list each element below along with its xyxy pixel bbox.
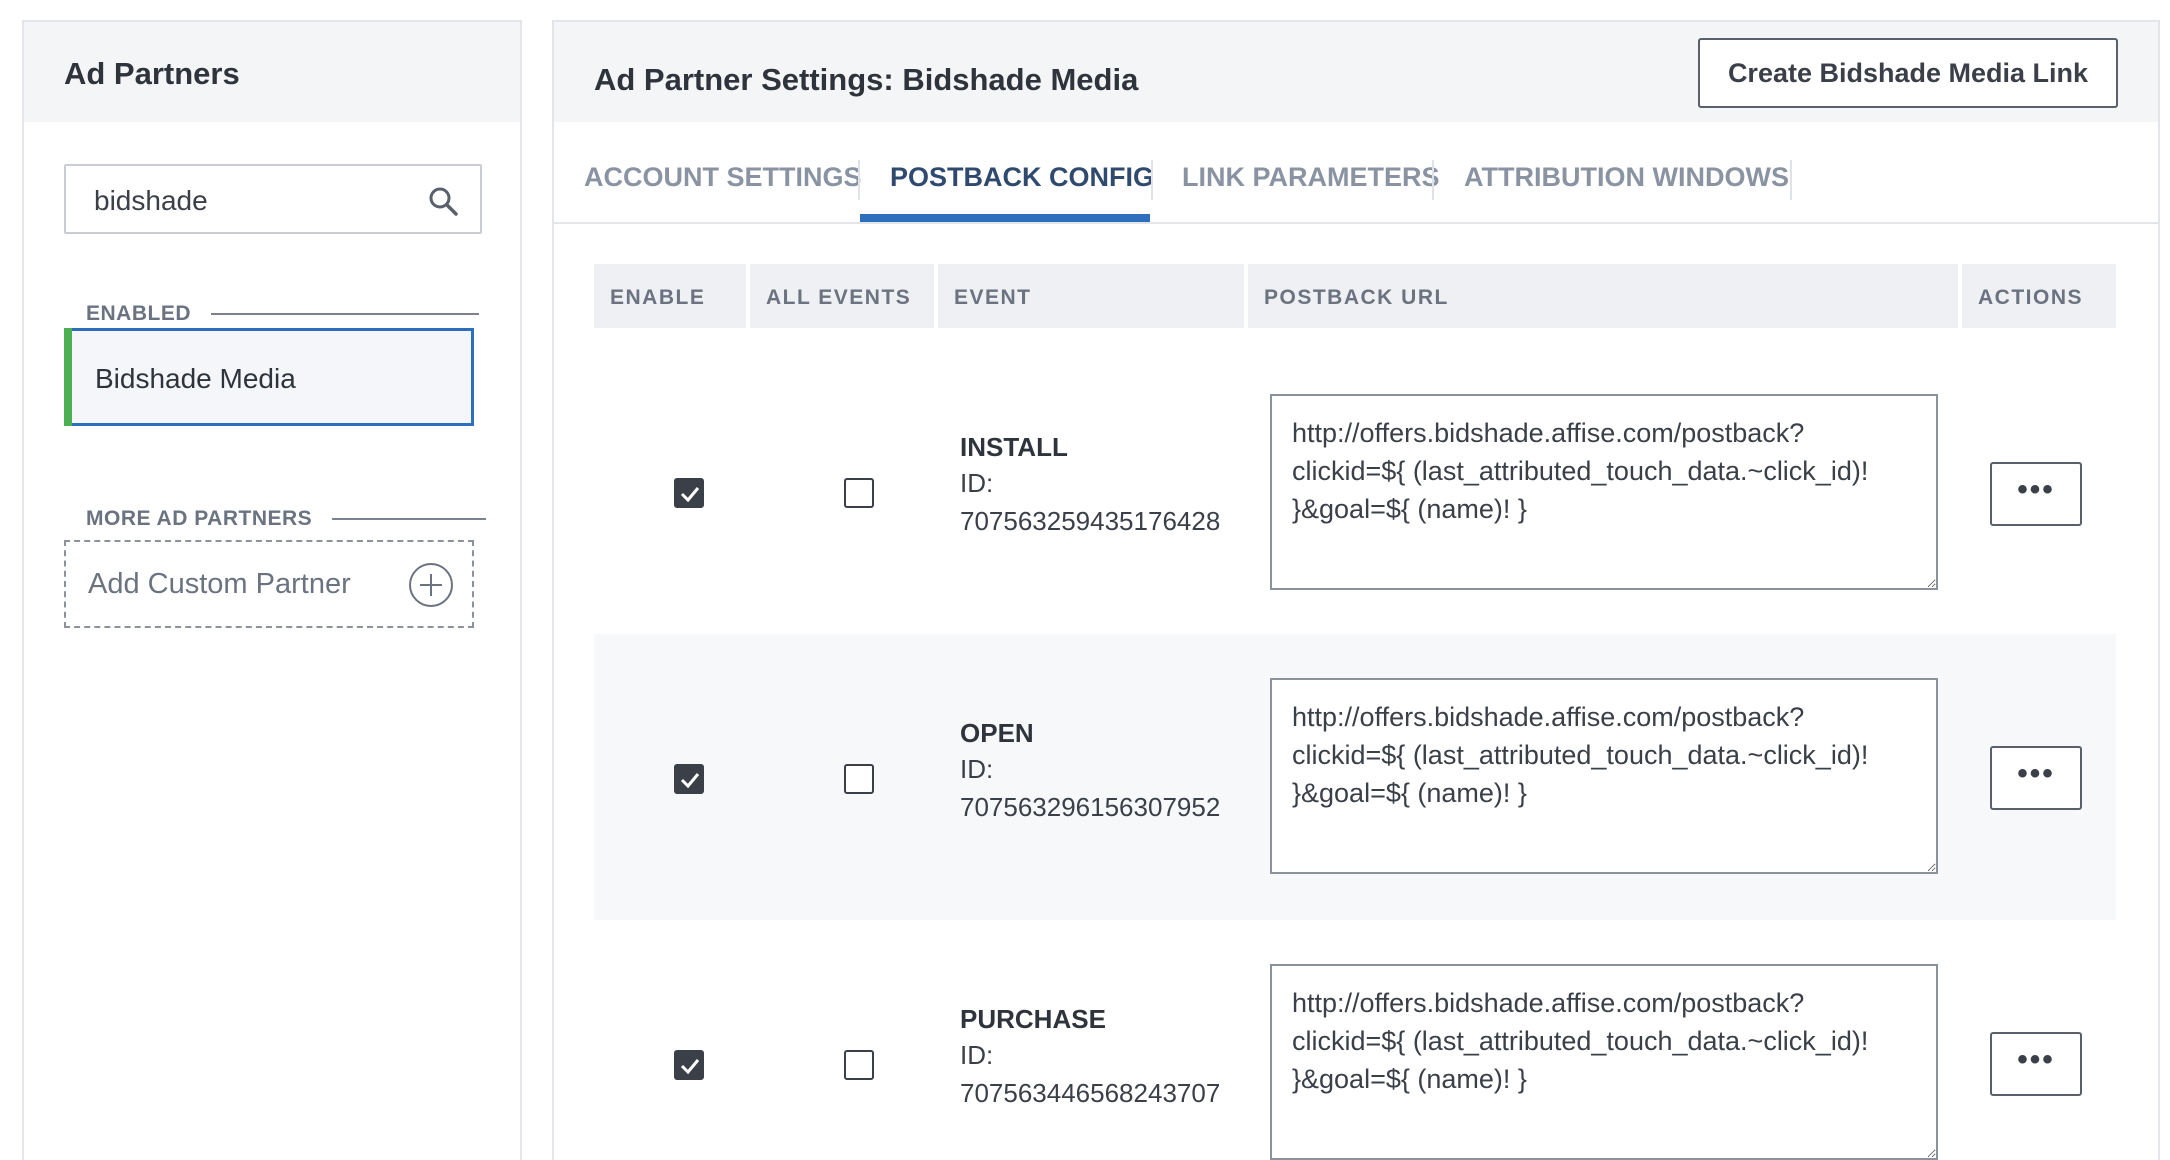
more-icon: ••• [2017,473,2055,506]
settings-tabs: ACCOUNT SETTINGS POSTBACK CONFIG LINK PA… [554,122,2158,224]
column-header-all-events: ALL EVENTS [750,264,934,328]
enable-checkbox[interactable] [674,1050,704,1080]
enabled-label-text: ENABLED [86,302,192,325]
table-row: PURCHASE ID: 707563446568243707 ••• [594,920,2116,1160]
more-icon: ••• [2017,1043,2055,1076]
postback-url-input[interactable] [1270,678,1938,874]
partner-search-box[interactable] [64,164,482,234]
divider [211,313,480,315]
partner-settings-panel: Ad Partner Settings: Bidshade Media Crea… [552,20,2160,1160]
divider [332,518,487,520]
event-id-value: 707563296156307952 [960,792,1221,822]
event-id-label: ID: [960,1040,994,1070]
row-actions-button[interactable]: ••• [1990,462,2082,526]
event-id-value: 707563259435176428 [960,506,1221,536]
partner-settings-header: Ad Partner Settings: Bidshade Media Crea… [554,22,2158,122]
all-events-checkbox[interactable] [844,478,874,508]
column-header-postback-url: POSTBACK URL [1248,264,1958,328]
tab-attribution-windows[interactable]: ATTRIBUTION WINDOWS [1464,162,1789,193]
tab-postback-config[interactable]: POSTBACK CONFIG [890,162,1154,193]
enable-checkbox[interactable] [674,478,704,508]
partner-search-input[interactable] [94,184,414,218]
active-tab-indicator [860,214,1150,222]
table-row: INSTALL ID: 707563259435176428 ••• [594,348,2116,634]
more-partners-label-text: MORE AD PARTNERS [86,507,313,530]
event-id: ID: 707563446568243707 [960,1036,1220,1112]
column-header-actions: ACTIONS [1962,264,2116,328]
event-name: PURCHASE [960,1004,1106,1034]
all-events-checkbox[interactable] [844,1050,874,1080]
postback-url-input[interactable] [1270,964,1938,1160]
row-actions-button[interactable]: ••• [1990,746,2082,810]
table-row: OPEN ID: 707563296156307952 ••• [594,634,2116,920]
tab-divider [1151,160,1153,200]
ad-partners-title: Ad Partners [64,56,240,91]
postback-url-input[interactable] [1270,394,1938,590]
more-partners-section-label: MORE AD PARTNERS [86,507,487,531]
more-icon: ••• [2017,757,2055,790]
checkmark-icon [680,1059,700,1075]
enabled-section-label: ENABLED [86,302,480,326]
row-actions-button[interactable]: ••• [1990,1032,2082,1096]
plus-circle-icon [409,563,453,607]
event-id: ID: 707563259435176428 [960,464,1220,540]
column-header-event: EVENT [938,264,1244,328]
postback-table-header: ENABLE ALL EVENTS EVENT POSTBACK URL ACT… [594,264,2116,328]
tab-divider [1432,160,1434,200]
checkmark-icon [680,773,700,789]
event-id-value: 707563446568243707 [960,1078,1221,1108]
tab-link-parameters[interactable]: LINK PARAMETERS [1182,162,1440,193]
tab-divider [858,160,860,200]
enabled-indicator [64,328,72,426]
tab-divider [1790,160,1792,200]
ad-partners-panel: Ad Partners ENABLED Bidshade Media MORE … [22,20,522,1160]
search-icon[interactable] [428,186,458,216]
checkmark-icon [680,487,700,503]
all-events-checkbox[interactable] [844,764,874,794]
ad-partners-header: Ad Partners [24,22,520,122]
column-header-enable: ENABLE [594,264,746,328]
enable-checkbox[interactable] [674,764,704,794]
partner-item-bidshade-media[interactable]: Bidshade Media [64,328,474,426]
add-custom-partner-button[interactable]: Add Custom Partner [64,540,474,628]
create-link-button[interactable]: Create Bidshade Media Link [1698,38,2118,108]
event-id-label: ID: [960,754,994,784]
add-custom-partner-label: Add Custom Partner [88,568,351,600]
event-id: ID: 707563296156307952 [960,750,1220,826]
partner-item-label: Bidshade Media [95,363,296,394]
tab-account-settings[interactable]: ACCOUNT SETTINGS [584,162,862,193]
event-id-label: ID: [960,468,994,498]
event-name: INSTALL [960,432,1068,462]
event-name: OPEN [960,718,1034,748]
